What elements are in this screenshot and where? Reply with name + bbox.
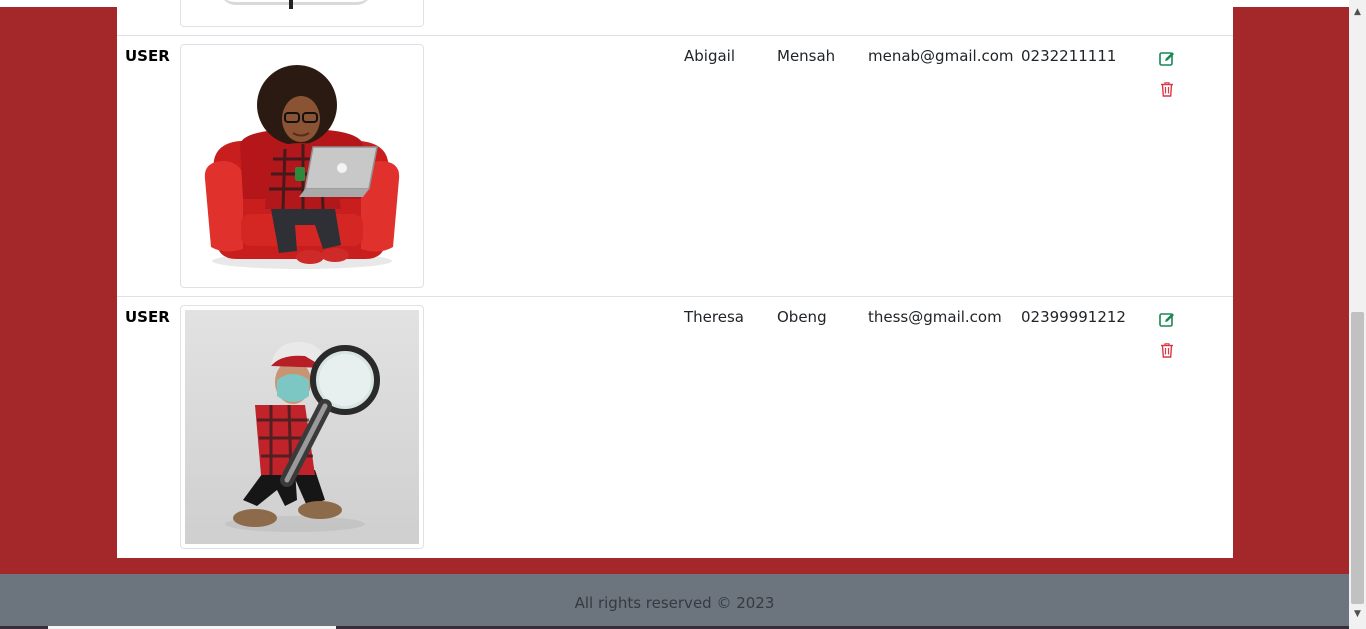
first-name-cell: Theresa: [684, 308, 744, 326]
image-fragment: [221, 0, 371, 5]
footer: All rights reserved © 2023: [0, 574, 1349, 626]
scrollbar-thumb[interactable]: [1351, 312, 1364, 604]
email-cell: thess@gmail.com: [868, 308, 1002, 326]
scroll-up-arrow-icon[interactable]: ▲: [1349, 4, 1366, 21]
user-image: [180, 305, 424, 549]
user-avatar-illustration: [185, 49, 419, 283]
woman-on-armchair-illustration: [204, 65, 400, 269]
table-row: USER: [117, 35, 1233, 296]
table-row-partial: [117, 0, 1233, 36]
last-name-cell: Obeng: [777, 308, 827, 326]
user-image-partial: [180, 0, 424, 27]
trash-icon[interactable]: [1158, 80, 1176, 98]
vertical-scrollbar[interactable]: ▲ ▼: [1349, 0, 1366, 629]
image-fragment: [289, 0, 293, 9]
trash-icon[interactable]: [1158, 341, 1176, 359]
scroll-down-arrow-icon[interactable]: ▼: [1349, 606, 1366, 623]
page: USER Abigail Mensah menab@gmail.com 0232…: [0, 0, 1349, 629]
user-image: [180, 44, 424, 288]
man-with-magnifier-illustration: [225, 341, 380, 532]
phone-cell: 02399991212: [1021, 308, 1126, 326]
phone-cell: 0232211111: [1021, 47, 1117, 65]
footer-copyright: All rights reserved © 2023: [574, 594, 775, 612]
user-avatar-illustration: [185, 310, 419, 544]
first-name-cell: Abigail: [684, 47, 735, 65]
edit-icon[interactable]: [1158, 311, 1176, 329]
edit-icon[interactable]: [1158, 50, 1176, 68]
table-row: USER: [117, 296, 1233, 558]
email-cell: menab@gmail.com: [868, 47, 1014, 65]
users-table: USER Abigail Mensah menab@gmail.com 0232…: [117, 0, 1233, 558]
role-cell: USER: [125, 47, 170, 65]
last-name-cell: Mensah: [777, 47, 836, 65]
role-cell: USER: [125, 308, 170, 326]
